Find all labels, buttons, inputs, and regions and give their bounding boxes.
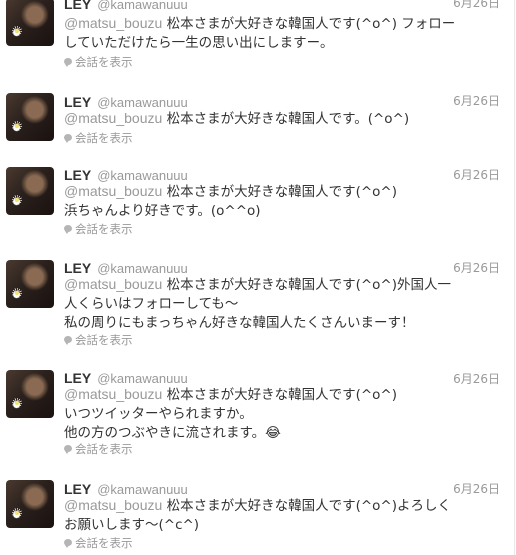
view-conversation-link[interactable]: 会話を表示 xyxy=(64,441,133,457)
user-name[interactable]: LEY xyxy=(64,167,91,183)
tweet-text: @matsu_bouzu 松本さまが大好きな韓国人です。(^o^) xyxy=(64,109,509,129)
view-conversation-label: 会話を表示 xyxy=(75,131,133,145)
tweet-text: @matsu_bouzu 松本さまが大好きな韓国人です(^o^) 浜ちゃんより好… xyxy=(64,182,509,221)
tweet-date[interactable]: 6月26日 xyxy=(453,259,500,276)
view-conversation-link[interactable]: 会話を表示 xyxy=(64,535,133,551)
tweet-date[interactable]: 6月26日 xyxy=(453,166,500,183)
view-conversation-label: 会話を表示 xyxy=(75,333,133,347)
avatar[interactable] xyxy=(6,480,54,528)
tweet-item[interactable]: LEY @kamawanuuu 6月26日 @matsu_bouzu 松本さまが大… xyxy=(0,80,515,156)
avatar[interactable] xyxy=(6,370,54,418)
mention-link[interactable]: @matsu_bouzu xyxy=(64,15,162,31)
user-name[interactable]: LEY xyxy=(64,370,91,386)
speech-bubble-icon xyxy=(64,225,72,234)
user-handle[interactable]: @kamawanuuu xyxy=(97,482,188,497)
tweet-text: @matsu_bouzu 松本さまが大好きな韓国人です(^o^)外国人一 人くら… xyxy=(64,275,509,333)
tweet-text: @matsu_bouzu 松本さまが大好きな韓国人です(^o^) フォロー して… xyxy=(64,14,509,53)
tweet-text: @matsu_bouzu 松本さまが大好きな韓国人です(^o^) いつツイッター… xyxy=(64,385,509,443)
avatar[interactable] xyxy=(6,93,54,141)
tweet-body: 松本さまが大好きな韓国人です。(^o^) xyxy=(162,111,410,127)
tweet-feed: LEY @kamawanuuu 6月26日 @matsu_bouzu 松本さまが大… xyxy=(0,0,516,555)
user-handle[interactable]: @kamawanuuu xyxy=(97,168,188,183)
mention-link[interactable]: @matsu_bouzu xyxy=(64,497,162,513)
user-name[interactable]: LEY xyxy=(64,260,91,276)
avatar[interactable] xyxy=(6,0,54,46)
speech-bubble-icon xyxy=(64,134,72,143)
avatar[interactable] xyxy=(6,167,54,215)
user-name[interactable]: LEY xyxy=(64,94,91,110)
user-name[interactable]: LEY xyxy=(64,0,91,12)
view-conversation-label: 会話を表示 xyxy=(75,442,133,456)
tweet-item[interactable]: LEY @kamawanuuu 6月26日 @matsu_bouzu 松本さまが大… xyxy=(0,467,515,555)
view-conversation-link[interactable]: 会話を表示 xyxy=(64,54,133,70)
tweet-item[interactable]: LEY @kamawanuuu 6月26日 @matsu_bouzu 松本さまが大… xyxy=(0,247,515,358)
speech-bubble-icon xyxy=(64,336,72,345)
mention-link[interactable]: @matsu_bouzu xyxy=(64,386,162,402)
mention-link[interactable]: @matsu_bouzu xyxy=(64,110,162,126)
user-handle[interactable]: @kamawanuuu xyxy=(97,0,188,12)
tweet-item[interactable]: LEY @kamawanuuu 6月26日 @matsu_bouzu 松本さまが大… xyxy=(0,155,515,248)
speech-bubble-icon xyxy=(64,58,72,67)
user-handle[interactable]: @kamawanuuu xyxy=(97,371,188,386)
tweet-date[interactable]: 6月26日 xyxy=(453,92,500,109)
view-conversation-link[interactable]: 会話を表示 xyxy=(64,130,133,146)
view-conversation-link[interactable]: 会話を表示 xyxy=(64,332,133,348)
view-conversation-link[interactable]: 会話を表示 xyxy=(64,221,133,237)
speech-bubble-icon xyxy=(64,539,72,548)
tweet-text: @matsu_bouzu 松本さまが大好きな韓国人です(^o^)よろしく お願い… xyxy=(64,496,509,535)
mention-link[interactable]: @matsu_bouzu xyxy=(64,276,162,292)
view-conversation-label: 会話を表示 xyxy=(75,55,133,69)
user-name[interactable]: LEY xyxy=(64,481,91,497)
view-conversation-label: 会話を表示 xyxy=(75,222,133,236)
view-conversation-label: 会話を表示 xyxy=(75,536,133,550)
tweet-item[interactable]: LEY @kamawanuuu 6月26日 @matsu_bouzu 松本さまが大… xyxy=(0,357,515,468)
tweet-date[interactable]: 6月26日 xyxy=(453,480,500,497)
tweet-item[interactable]: LEY @kamawanuuu 6月26日 @matsu_bouzu 松本さまが大… xyxy=(0,0,515,81)
tweet-date[interactable]: 6月26日 xyxy=(453,0,500,11)
user-handle[interactable]: @kamawanuuu xyxy=(97,95,188,110)
speech-bubble-icon xyxy=(64,445,72,454)
user-handle[interactable]: @kamawanuuu xyxy=(97,261,188,276)
mention-link[interactable]: @matsu_bouzu xyxy=(64,183,162,199)
avatar[interactable] xyxy=(6,260,54,308)
